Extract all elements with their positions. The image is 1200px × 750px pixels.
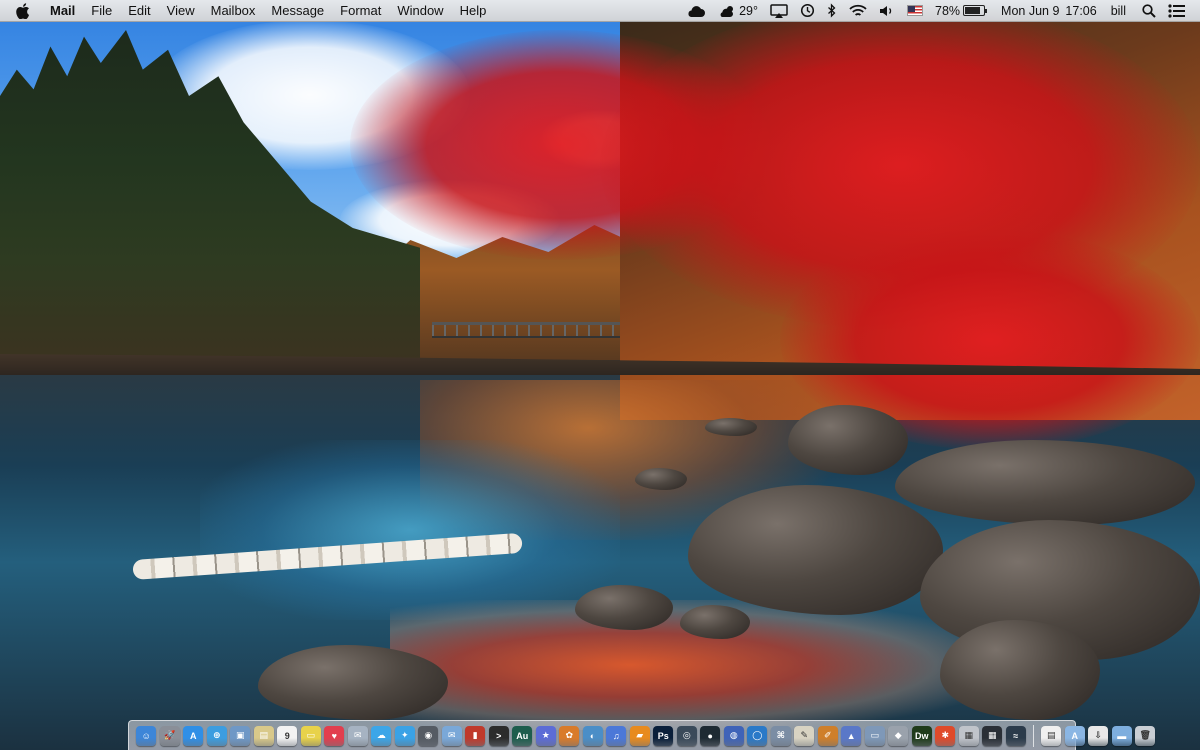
- menu-help[interactable]: Help: [452, 0, 495, 22]
- rock: [575, 585, 673, 630]
- spark-icon[interactable]: ✱: [935, 725, 956, 746]
- browser-icon[interactable]: ◍: [723, 725, 744, 746]
- volume-icon[interactable]: [873, 0, 901, 22]
- dock-divider: [1033, 724, 1034, 747]
- trash-icon[interactable]: 🗑: [1135, 725, 1156, 746]
- menu-file[interactable]: File: [83, 0, 120, 22]
- time: 17:06: [1065, 3, 1097, 18]
- user-menu[interactable]: bill: [1103, 0, 1136, 22]
- photos-icon[interactable]: ✿: [559, 725, 580, 746]
- menu-view[interactable]: View: [159, 0, 203, 22]
- pocket-icon[interactable]: ♥: [324, 725, 345, 746]
- dreamweaver-icon[interactable]: Dw: [911, 725, 932, 746]
- network-icon[interactable]: ⌘: [770, 725, 791, 746]
- battery-icon: [963, 5, 988, 16]
- date: Mon Jun 9: [1001, 3, 1060, 18]
- rock: [635, 468, 687, 490]
- cloud-status-icon[interactable]: [680, 0, 712, 22]
- illustrator-icon[interactable]: ✐: [817, 725, 838, 746]
- twitter-icon[interactable]: ✦: [394, 725, 415, 746]
- status-menus: 29° 78% Mon Jun 9 17:06 bill: [680, 0, 1200, 22]
- terminal-icon[interactable]: >: [488, 725, 509, 746]
- rock: [895, 440, 1195, 525]
- documents-folder-icon[interactable]: ▤: [1041, 725, 1062, 746]
- input-source-flag-icon[interactable]: [901, 0, 929, 22]
- battery-percent: 78%: [935, 3, 961, 18]
- chat-icon[interactable]: ☁: [371, 725, 392, 746]
- photoshop-icon[interactable]: Ps: [653, 725, 674, 746]
- weather-icon: [720, 5, 734, 17]
- downloads-folder-icon[interactable]: ⇩: [1088, 725, 1109, 746]
- bluetooth-icon[interactable]: [821, 0, 843, 22]
- globe-icon[interactable]: ◯: [747, 725, 768, 746]
- menu-edit[interactable]: Edit: [120, 0, 158, 22]
- notification-center-icon[interactable]: [1162, 0, 1192, 22]
- messages-icon[interactable]: ✉: [347, 725, 368, 746]
- photo-booth-icon[interactable]: ▮: [465, 725, 486, 746]
- mail-icon[interactable]: ✉: [441, 725, 462, 746]
- camera-raw-icon[interactable]: ◎: [676, 725, 697, 746]
- camera-icon[interactable]: ◉: [418, 725, 439, 746]
- menu-mailbox[interactable]: Mailbox: [203, 0, 264, 22]
- finder-icon[interactable]: ☺: [136, 725, 157, 746]
- audition-icon[interactable]: Au: [512, 725, 533, 746]
- dock: ☺ 🚀 A ⊕ ▣ ▤ 9 ▭ ♥ ✉ ☁ ✦ ◉ ✉ ▮ > Au ★ ✿ ◐ ♫ ▰ Ps ◎ ● ◍ ◯ ⌘ ✎ ✐ ▲ ▭ ◆ Dw ✱ ▦ ▦…: [128, 720, 1156, 750]
- app-store-icon[interactable]: A: [183, 725, 204, 746]
- menu-bar: Mail File Edit View Mailbox Message Form…: [0, 0, 1200, 22]
- stickies-icon[interactable]: ▭: [300, 725, 321, 746]
- desktop-wallpaper: [0, 0, 1200, 750]
- script-editor-icon[interactable]: ✎: [794, 725, 815, 746]
- notes-icon[interactable]: ▤: [253, 725, 274, 746]
- rock: [940, 620, 1100, 720]
- spotlight-search-icon[interactable]: [1136, 0, 1162, 22]
- image-capture-icon[interactable]: ◐: [582, 725, 603, 746]
- grid-icon[interactable]: ▦: [982, 725, 1003, 746]
- imovie-icon[interactable]: ★: [535, 725, 556, 746]
- applications-folder-icon[interactable]: A: [1064, 725, 1085, 746]
- print-icon[interactable]: ▦: [958, 725, 979, 746]
- battery-status[interactable]: 78%: [929, 0, 991, 22]
- folder-icon[interactable]: ▬: [1111, 725, 1132, 746]
- rock: [688, 485, 943, 615]
- utility-icon[interactable]: ◆: [888, 725, 909, 746]
- menu-window[interactable]: Window: [389, 0, 451, 22]
- date-time[interactable]: Mon Jun 9 17:06: [991, 0, 1103, 22]
- menu-format[interactable]: Format: [332, 0, 389, 22]
- battery-level: [965, 7, 980, 14]
- desktop-icon[interactable]: ▭: [864, 725, 885, 746]
- lens-icon[interactable]: ●: [700, 725, 721, 746]
- rock: [788, 405, 908, 475]
- menu-message[interactable]: Message: [263, 0, 332, 22]
- keynote-icon[interactable]: ▲: [841, 725, 862, 746]
- launchpad-icon[interactable]: 🚀: [159, 725, 180, 746]
- rock: [680, 605, 750, 639]
- preview-icon[interactable]: ▣: [230, 725, 251, 746]
- rock: [258, 645, 448, 720]
- footbridge: [432, 322, 620, 338]
- water-sky-reflection: [200, 440, 620, 620]
- calendar-icon[interactable]: 9: [277, 725, 298, 746]
- ibooks-icon[interactable]: ▰: [629, 725, 650, 746]
- activity-monitor-icon[interactable]: ≈: [1005, 725, 1026, 746]
- weather-status[interactable]: 29°: [712, 0, 764, 22]
- weather-temperature: 29°: [739, 3, 759, 18]
- airplay-icon[interactable]: [764, 0, 794, 22]
- wifi-icon[interactable]: [843, 0, 873, 22]
- safari-icon[interactable]: ⊕: [206, 725, 227, 746]
- app-menu-mail[interactable]: Mail: [44, 0, 83, 22]
- itunes-icon[interactable]: ♫: [606, 725, 627, 746]
- apple-icon[interactable]: [16, 2, 32, 19]
- menu-bar-left: Mail File Edit View Mailbox Message Form…: [0, 0, 494, 22]
- rock: [705, 418, 757, 436]
- time-machine-icon[interactable]: [794, 0, 821, 22]
